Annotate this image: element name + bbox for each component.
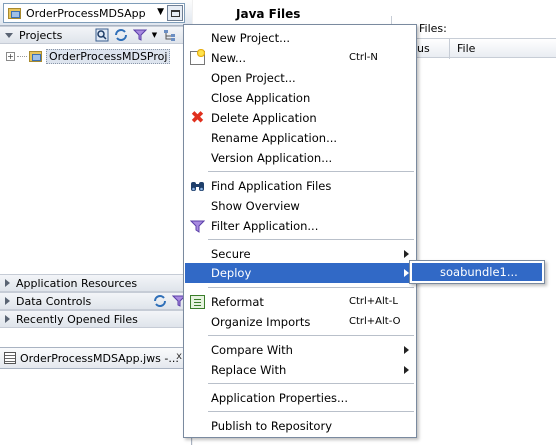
menu-separator bbox=[208, 411, 414, 412]
menu-delete-application[interactable]: ✖ Delete Application bbox=[185, 108, 415, 128]
menu-replace-with[interactable]: Replace With bbox=[185, 360, 415, 380]
expand-triangle-icon[interactable] bbox=[5, 315, 10, 323]
data-controls-header[interactable]: Data Controls bbox=[0, 292, 192, 310]
menu-item-label: Find Application Files bbox=[211, 179, 332, 193]
projects-label: Projects bbox=[19, 28, 63, 42]
delete-icon: ✖ bbox=[190, 108, 205, 128]
menu-item-label: New Project... bbox=[211, 31, 291, 45]
hierarchy-icon[interactable] bbox=[162, 28, 177, 42]
java-files-tab[interactable]: Java Files bbox=[230, 4, 320, 24]
menu-organize-imports[interactable]: Organize Imports Ctrl+Alt-O bbox=[185, 312, 415, 332]
menu-separator bbox=[208, 383, 414, 384]
expand-triangle-icon[interactable] bbox=[5, 279, 10, 287]
submenu-item-label: soabundle1... bbox=[440, 265, 518, 279]
binoculars-icon bbox=[190, 179, 205, 193]
menu-shortcut: Ctrl+Alt-L bbox=[349, 296, 398, 307]
menu-rename-application[interactable]: Rename Application... bbox=[185, 128, 415, 148]
projects-toolbar: ▼ bbox=[94, 28, 177, 42]
menu-filter-application[interactable]: Filter Application... bbox=[185, 216, 415, 236]
menu-separator bbox=[208, 287, 414, 288]
application-menu-button[interactable] bbox=[167, 5, 183, 21]
menu-shortcut: Ctrl+Alt-O bbox=[349, 316, 401, 327]
column-divider bbox=[449, 39, 450, 59]
submenu-arrow-icon bbox=[404, 346, 409, 354]
menu-item-label: Delete Application bbox=[211, 111, 317, 125]
menu-item-label: Version Application... bbox=[211, 151, 333, 165]
menu-item-label: Organize Imports bbox=[211, 315, 311, 329]
application-icon bbox=[8, 7, 21, 19]
menu-separator bbox=[208, 239, 414, 240]
menu-separator bbox=[208, 335, 414, 336]
new-icon bbox=[190, 49, 205, 65]
menu-item-label: Publish to Repository bbox=[211, 419, 332, 433]
project-tree-row[interactable]: + OrderProcessMDSProj bbox=[6, 49, 171, 64]
menu-new[interactable]: New... Ctrl-N bbox=[185, 48, 415, 68]
filter-icon bbox=[189, 219, 206, 233]
menu-find-application-files[interactable]: Find Application Files bbox=[185, 176, 415, 196]
application-resources-label: Application Resources bbox=[16, 276, 138, 290]
menu-item-label: Filter Application... bbox=[211, 219, 319, 233]
menu-application-properties[interactable]: Application Properties... bbox=[185, 388, 415, 408]
projects-section-header[interactable]: Projects ▼ bbox=[0, 26, 192, 44]
sync-icon[interactable] bbox=[152, 294, 167, 308]
jws-file-tab[interactable]: OrderProcessMDSApp.jws -... x bbox=[0, 347, 192, 369]
application-context-menu: New Project... New... Ctrl-N Open Projec… bbox=[183, 24, 417, 438]
menu-open-project[interactable]: Open Project... bbox=[185, 68, 415, 88]
menu-item-label: Close Application bbox=[211, 91, 311, 105]
deploy-submenu: soabundle1... bbox=[409, 260, 545, 284]
menu-item-label: Show Overview bbox=[211, 199, 300, 213]
file-column-header[interactable]: File bbox=[457, 42, 475, 55]
expand-icon[interactable]: + bbox=[6, 52, 15, 61]
submenu-arrow-icon bbox=[404, 366, 409, 374]
menu-show-overview[interactable]: Show Overview bbox=[185, 196, 415, 216]
menu-item-label: Application Properties... bbox=[211, 391, 348, 405]
files-label: Files: bbox=[419, 22, 447, 35]
reformat-icon bbox=[190, 295, 205, 309]
menu-new-project[interactable]: New Project... bbox=[185, 28, 415, 48]
menu-item-label: Replace With bbox=[211, 363, 287, 377]
menu-separator bbox=[208, 171, 414, 172]
menu-item-label: Compare With bbox=[211, 343, 293, 357]
application-name: OrderProcessMDSApp bbox=[26, 6, 146, 20]
menu-item-label: Secure bbox=[211, 247, 251, 261]
collapse-triangle-icon[interactable] bbox=[5, 32, 13, 38]
recently-opened-files-header[interactable]: Recently Opened Files bbox=[0, 310, 192, 328]
data-controls-toolbar bbox=[152, 294, 186, 308]
menu-close-application[interactable]: Close Application bbox=[185, 88, 415, 108]
data-controls-label: Data Controls bbox=[16, 294, 92, 308]
menu-item-label: Reformat bbox=[211, 295, 264, 309]
close-icon[interactable]: x bbox=[176, 351, 182, 362]
window-menu-icon bbox=[170, 9, 180, 17]
menu-publish-to-repository[interactable]: Publish to Repository bbox=[185, 416, 415, 436]
tree-connector bbox=[17, 56, 27, 57]
project-folder-icon bbox=[29, 51, 42, 62]
menu-item-label: Open Project... bbox=[211, 71, 296, 85]
menu-version-application[interactable]: Version Application... bbox=[185, 148, 415, 168]
zoom-icon[interactable] bbox=[94, 28, 109, 42]
menu-item-label: New... bbox=[211, 51, 246, 65]
menu-item-label: Deploy bbox=[211, 266, 252, 280]
jws-file-label: OrderProcessMDSApp.jws -... bbox=[20, 351, 179, 365]
application-navigator: OrderProcessMDSApp ▼ Projects ▼ + OrderP… bbox=[0, 0, 192, 445]
submenu-arrow-icon bbox=[404, 250, 409, 258]
menu-compare-with[interactable]: Compare With bbox=[185, 340, 415, 360]
filter-icon[interactable] bbox=[132, 28, 147, 42]
menu-deploy[interactable]: Deploy bbox=[185, 263, 415, 283]
structure-icon bbox=[4, 352, 16, 364]
chevron-down-icon[interactable]: ▼ bbox=[157, 7, 164, 17]
recently-opened-files-label: Recently Opened Files bbox=[16, 312, 138, 326]
project-name[interactable]: OrderProcessMDSProj bbox=[46, 49, 171, 64]
menu-reformat[interactable]: Reformat Ctrl+Alt-L bbox=[185, 292, 415, 312]
menu-item-label: Rename Application... bbox=[211, 131, 338, 145]
sync-icon[interactable] bbox=[113, 28, 128, 42]
dropdown-arrow-icon[interactable]: ▼ bbox=[151, 28, 158, 42]
status-column-header[interactable]: us bbox=[417, 42, 430, 55]
menu-shortcut: Ctrl-N bbox=[349, 52, 378, 63]
application-resources-header[interactable]: Application Resources bbox=[0, 274, 192, 292]
expand-triangle-icon[interactable] bbox=[5, 297, 10, 305]
menu-secure[interactable]: Secure bbox=[185, 244, 415, 264]
application-selector[interactable]: OrderProcessMDSApp ▼ bbox=[3, 3, 185, 23]
submenu-item-soabundle[interactable]: soabundle1... bbox=[412, 263, 542, 281]
application-bar: OrderProcessMDSApp ▼ bbox=[0, 0, 192, 26]
